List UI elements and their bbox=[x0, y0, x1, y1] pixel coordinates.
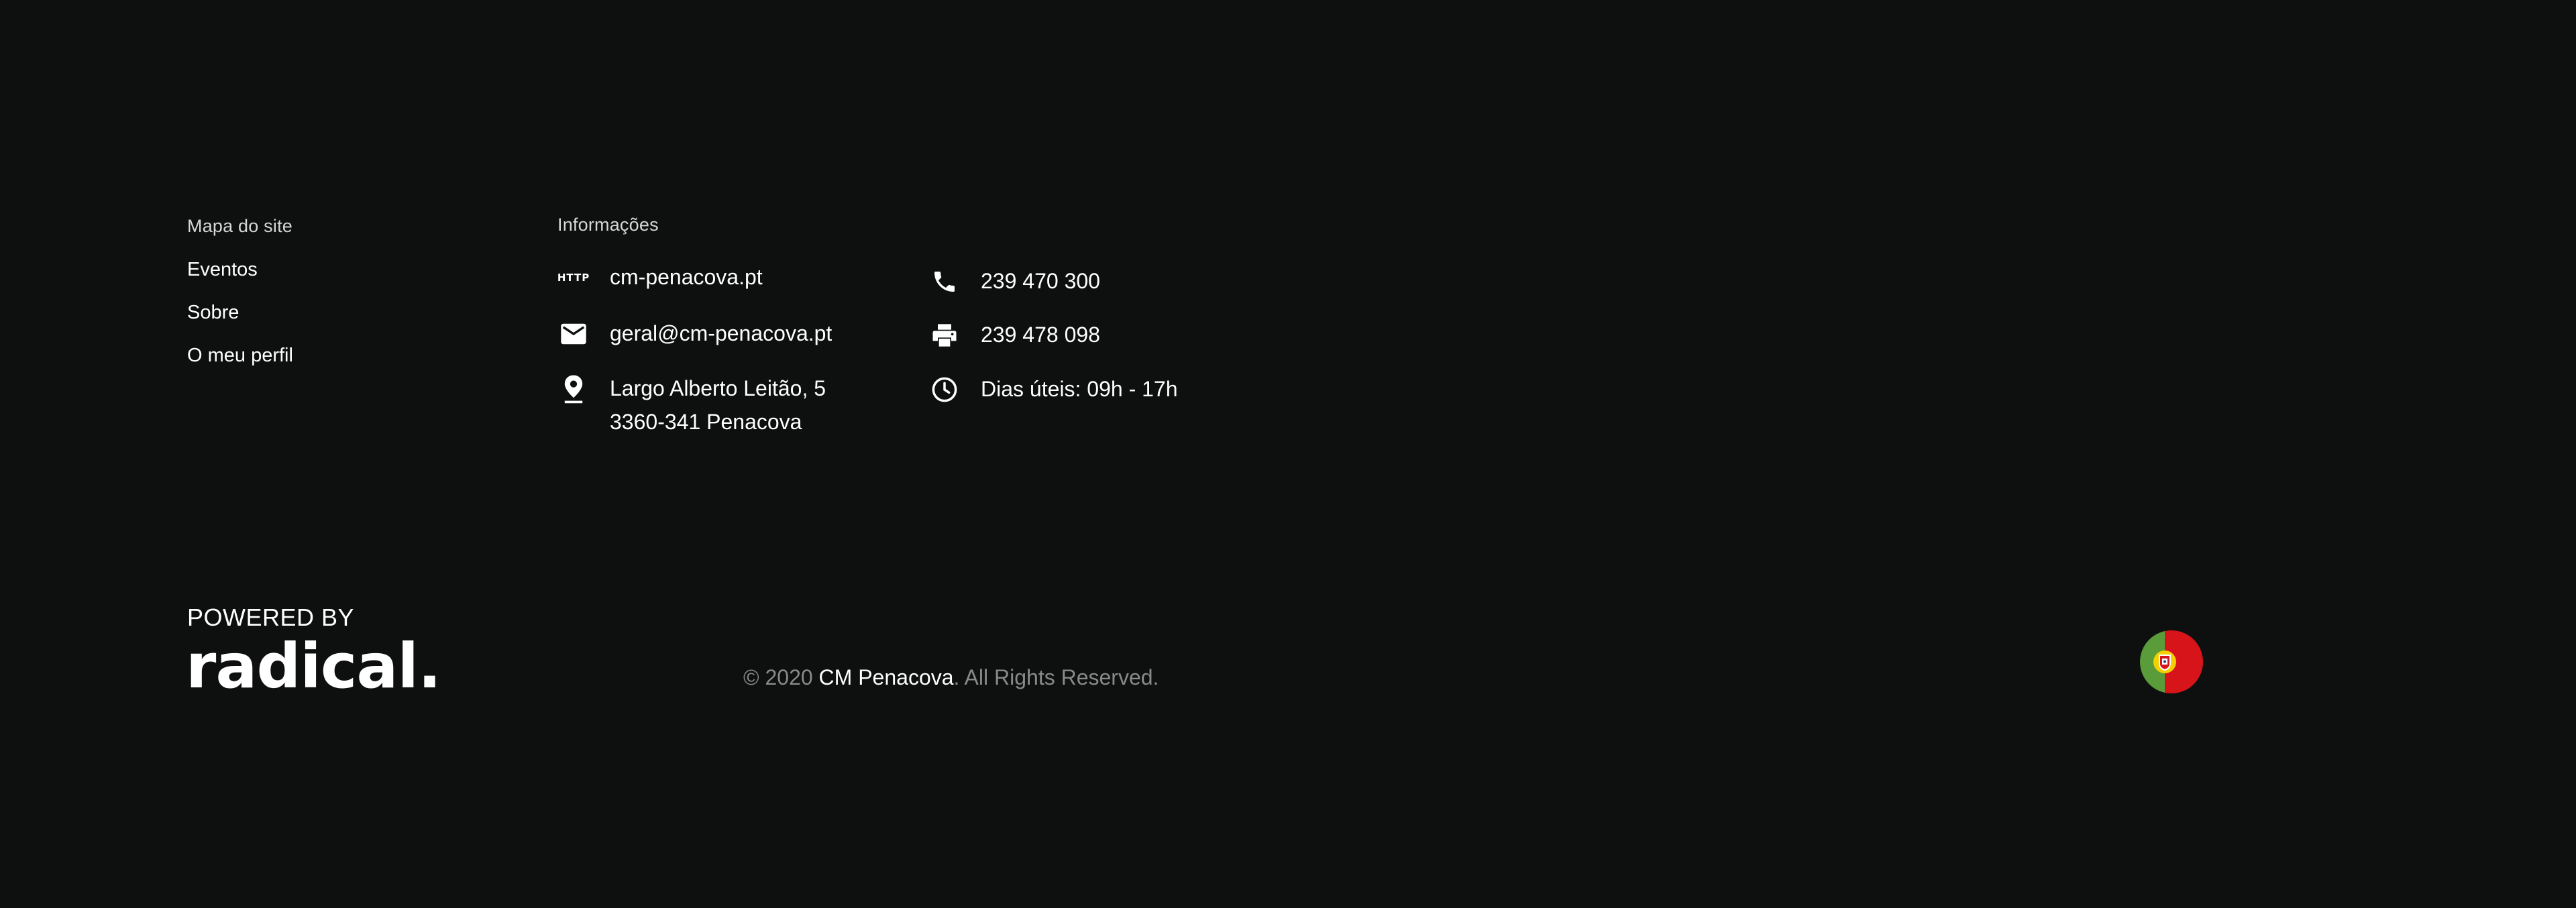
copyright-prefix: © 2020 bbox=[743, 665, 819, 689]
fax-number: 239 478 098 bbox=[981, 323, 1100, 347]
portugal-flag-icon[interactable] bbox=[2140, 630, 2203, 693]
copyright: © 2020 CM Penacova. All Rights Reserved. bbox=[743, 665, 1159, 690]
nav-link-o-meu-perfil[interactable]: O meu perfil bbox=[187, 345, 293, 367]
fax-row: 239 478 098 bbox=[928, 319, 1100, 353]
info-title: Informações bbox=[557, 215, 659, 235]
nav-link-eventos[interactable]: Eventos bbox=[187, 259, 258, 281]
sitemap-title: Mapa do site bbox=[187, 216, 292, 236]
opening-hours: Dias úteis: 09h - 17h bbox=[981, 377, 1178, 401]
powered-by-label: POWERED BY bbox=[187, 604, 355, 631]
nav-link-sobre[interactable]: Sobre bbox=[187, 302, 239, 324]
phone-number[interactable]: 239 470 300 bbox=[981, 263, 1100, 299]
email-row[interactable]: geral@cm-penacova.pt bbox=[557, 318, 832, 351]
website-link[interactable]: cm-penacova.pt bbox=[610, 259, 763, 295]
phone-icon bbox=[928, 266, 961, 298]
address-row: Largo Alberto Leitão, 5 3360-341 Penacov… bbox=[557, 373, 826, 440]
address-line-1: Largo Alberto Leitão, 5 bbox=[610, 376, 826, 400]
address-line-2: 3360-341 Penacova bbox=[610, 410, 802, 434]
phone-row[interactable]: 239 470 300 bbox=[928, 266, 1100, 299]
radical-logo[interactable]: radical. bbox=[186, 630, 441, 702]
clock-icon bbox=[928, 374, 961, 406]
copyright-owner: CM Penacova bbox=[818, 665, 954, 689]
mail-icon bbox=[557, 318, 590, 350]
printer-icon bbox=[928, 319, 961, 351]
copyright-suffix: . All Rights Reserved. bbox=[953, 665, 1159, 689]
hours-row: Dias úteis: 09h - 17h bbox=[928, 374, 1178, 407]
location-pin-icon bbox=[557, 373, 590, 405]
http-icon: HTTP bbox=[557, 272, 590, 284]
email-link[interactable]: geral@cm-penacova.pt bbox=[610, 315, 832, 351]
website-row[interactable]: HTTP cm-penacova.pt bbox=[557, 262, 763, 295]
